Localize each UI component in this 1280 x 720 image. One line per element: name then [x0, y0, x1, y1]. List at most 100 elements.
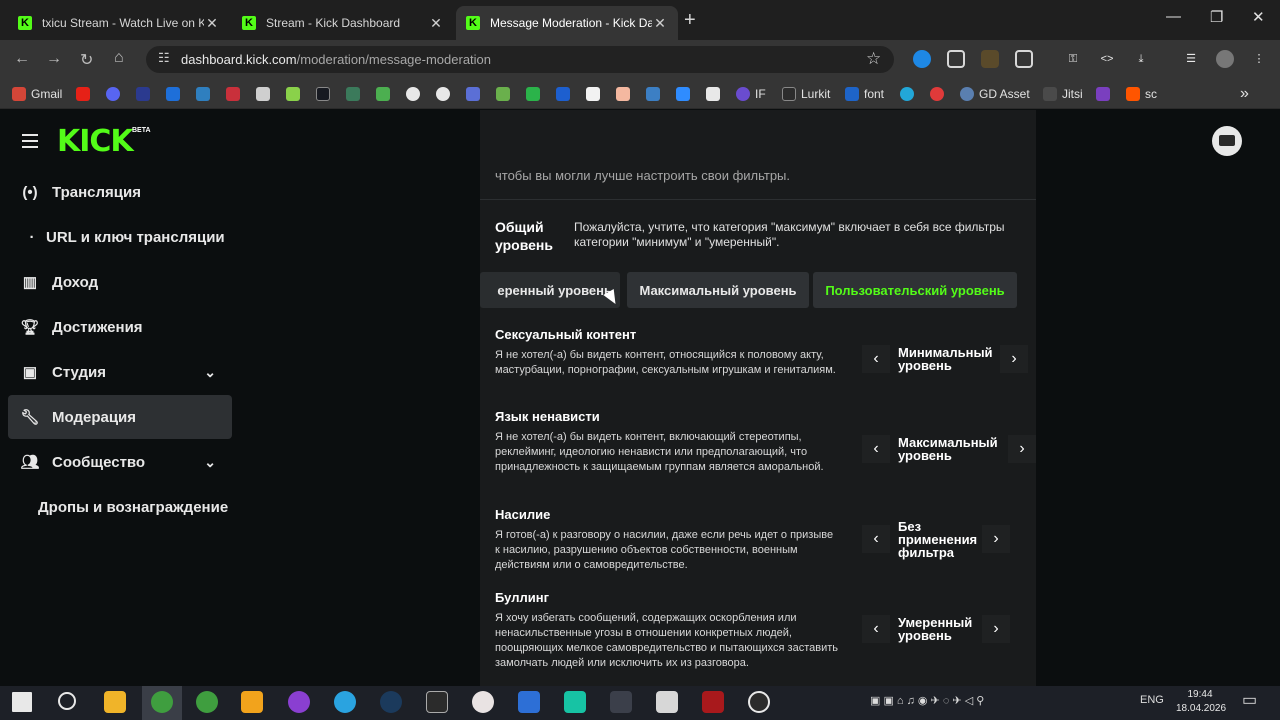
chevron-left-icon[interactable]: ‹	[862, 615, 890, 643]
bookmark-icon[interactable]	[900, 86, 919, 102]
app-icon[interactable]	[472, 691, 494, 713]
search-icon[interactable]	[58, 692, 76, 710]
calculator-icon[interactable]	[656, 691, 678, 713]
sidebar-item-community[interactable]: 👥︎ Сообщество ⌄	[8, 440, 232, 484]
bookmark-icon[interactable]	[196, 86, 215, 102]
obs-icon[interactable]	[748, 691, 770, 713]
vpn-icon[interactable]	[564, 691, 586, 713]
browser-tab-active[interactable]: K Message Moderation - Kick Da ✕	[456, 6, 678, 40]
code-icon[interactable]: <>	[1098, 50, 1116, 68]
bookmark-icon[interactable]	[106, 86, 125, 102]
profile-icon[interactable]	[1216, 50, 1234, 68]
bookmark-icon[interactable]	[676, 86, 695, 102]
bookmark-icon[interactable]	[466, 86, 485, 102]
bookmark-sc[interactable]: sc	[1126, 86, 1157, 102]
tab-custom-level[interactable]: Пользовательский уровень	[813, 272, 1017, 308]
bookmark-icon[interactable]	[256, 86, 275, 102]
back-icon[interactable]: ←	[14, 50, 30, 68]
bookmark-icon[interactable]	[436, 86, 455, 102]
bookmark-icon[interactable]	[316, 86, 335, 102]
avatar[interactable]	[1212, 126, 1242, 156]
bookmark-jitsi[interactable]: Jitsi	[1043, 86, 1083, 102]
bookmark-icon[interactable]	[346, 86, 365, 102]
sidebar-item-moderation[interactable]: 🔧︎ Модерация	[8, 395, 232, 439]
bookmark-icon[interactable]	[1096, 86, 1115, 102]
chevron-right-icon[interactable]: ›	[1008, 435, 1036, 463]
bookmark-gmail[interactable]: Gmail	[12, 86, 62, 102]
bookmark-icon[interactable]	[556, 86, 575, 102]
bookmark-icon[interactable]	[706, 86, 725, 102]
extensions-puzzle-icon[interactable]	[1015, 50, 1033, 68]
bookmark-icon[interactable]	[616, 86, 635, 102]
sidebar-item-stream[interactable]: (•) Трансляция	[8, 170, 232, 214]
bookmark-icon[interactable]	[586, 86, 605, 102]
powershell-icon[interactable]	[518, 691, 540, 713]
extension-icon[interactable]	[981, 50, 999, 68]
app-icon[interactable]	[288, 691, 310, 713]
language-indicator[interactable]: ENG	[1140, 694, 1164, 706]
close-icon[interactable]: ✕	[204, 15, 220, 32]
bookmark-icon[interactable]	[406, 86, 425, 102]
kick-logo[interactable]: KICK	[57, 124, 134, 159]
browser-tab[interactable]: K Stream - Kick Dashboard ✕	[232, 6, 454, 40]
media-icon[interactable]: ☰	[1182, 50, 1200, 68]
download-icon[interactable]: ⤓	[1132, 50, 1150, 68]
window-close-icon[interactable]: ✕	[1252, 8, 1265, 26]
sidebar-item-studio[interactable]: ▣ Студия ⌄	[8, 350, 232, 394]
tab-maximum-level[interactable]: Максимальный уровень	[627, 272, 809, 308]
chevron-down-icon[interactable]: ⌄	[204, 454, 216, 471]
home-icon[interactable]: ⌂	[114, 49, 124, 67]
sidebar-item-income[interactable]: ▥ Доход	[8, 260, 232, 304]
bookmark-if[interactable]: IF	[736, 86, 766, 102]
new-tab-icon[interactable]: +	[684, 9, 696, 32]
bookmark-icon[interactable]	[646, 86, 665, 102]
chevron-right-icon[interactable]: ›	[982, 525, 1010, 553]
maximize-icon[interactable]: ❐	[1210, 8, 1223, 26]
app-icon[interactable]	[702, 691, 724, 713]
tray-icons[interactable]: ▣ ▣ ⌂ ♫ ◉ ✈ ◌ ✈ ◁ ⚲	[870, 694, 984, 707]
chrome-icon[interactable]	[196, 691, 218, 713]
notification-icon[interactable]: ▭	[1242, 690, 1257, 710]
close-icon[interactable]: ✕	[652, 15, 668, 32]
windows-start-icon[interactable]	[12, 692, 32, 712]
url-text[interactable]: dashboard.kick.com/moderation/message-mo…	[181, 52, 491, 67]
bookmark-star-icon[interactable]: ☆	[866, 49, 881, 69]
forward-icon[interactable]: →	[46, 50, 62, 68]
chevron-left-icon[interactable]: ‹	[862, 345, 890, 373]
browser-tab[interactable]: K txicu Stream - Watch Live on K ✕	[8, 6, 230, 40]
bookmark-icon[interactable]	[496, 86, 515, 102]
file-explorer-icon[interactable]	[104, 691, 126, 713]
extension-icon[interactable]	[947, 50, 965, 68]
epic-games-icon[interactable]	[426, 691, 448, 713]
minimize-icon[interactable]: —	[1166, 8, 1181, 25]
app-icon[interactable]	[241, 691, 263, 713]
bookmark-icon[interactable]	[526, 86, 545, 102]
bookmark-icon[interactable]	[76, 86, 95, 102]
sidebar-item-drops-rewards[interactable]: Дропы и вознаграждение	[8, 485, 232, 529]
chevron-down-icon[interactable]: ⌄	[204, 364, 216, 381]
tab-moderate-level[interactable]: еренный уровень	[480, 272, 620, 308]
bookmarks-overflow-icon[interactable]: »	[1240, 85, 1249, 102]
chrome-icon[interactable]	[151, 691, 173, 713]
chevron-right-icon[interactable]: ›	[1000, 345, 1028, 373]
bookmark-gd-asset[interactable]: GD Asset	[960, 86, 1030, 102]
chevron-left-icon[interactable]: ‹	[862, 435, 890, 463]
menu-icon[interactable]: ⋮	[1250, 50, 1268, 68]
chevron-right-icon[interactable]: ›	[982, 615, 1010, 643]
reload-icon[interactable]: ↻	[80, 50, 93, 70]
close-icon[interactable]: ✕	[428, 15, 444, 32]
steam-icon[interactable]	[380, 691, 402, 713]
app-icon[interactable]	[610, 691, 632, 713]
extension-icon[interactable]	[913, 50, 931, 68]
site-info-icon[interactable]: ☷	[158, 50, 170, 66]
bookmark-lurkit[interactable]: Lurkit	[782, 86, 830, 102]
telegram-icon[interactable]	[334, 691, 356, 713]
bookmark-icon[interactable]	[166, 86, 185, 102]
bookmark-font[interactable]: font	[845, 86, 884, 102]
hamburger-menu-icon[interactable]	[22, 134, 38, 152]
bookmark-icon[interactable]	[930, 86, 949, 102]
bookmark-icon[interactable]	[286, 86, 305, 102]
sidebar-item-stream-url-key[interactable]: · URL и ключ трансляции	[8, 215, 232, 259]
bookmark-icon[interactable]	[376, 86, 395, 102]
key-icon[interactable]: ⚿	[1064, 50, 1082, 68]
